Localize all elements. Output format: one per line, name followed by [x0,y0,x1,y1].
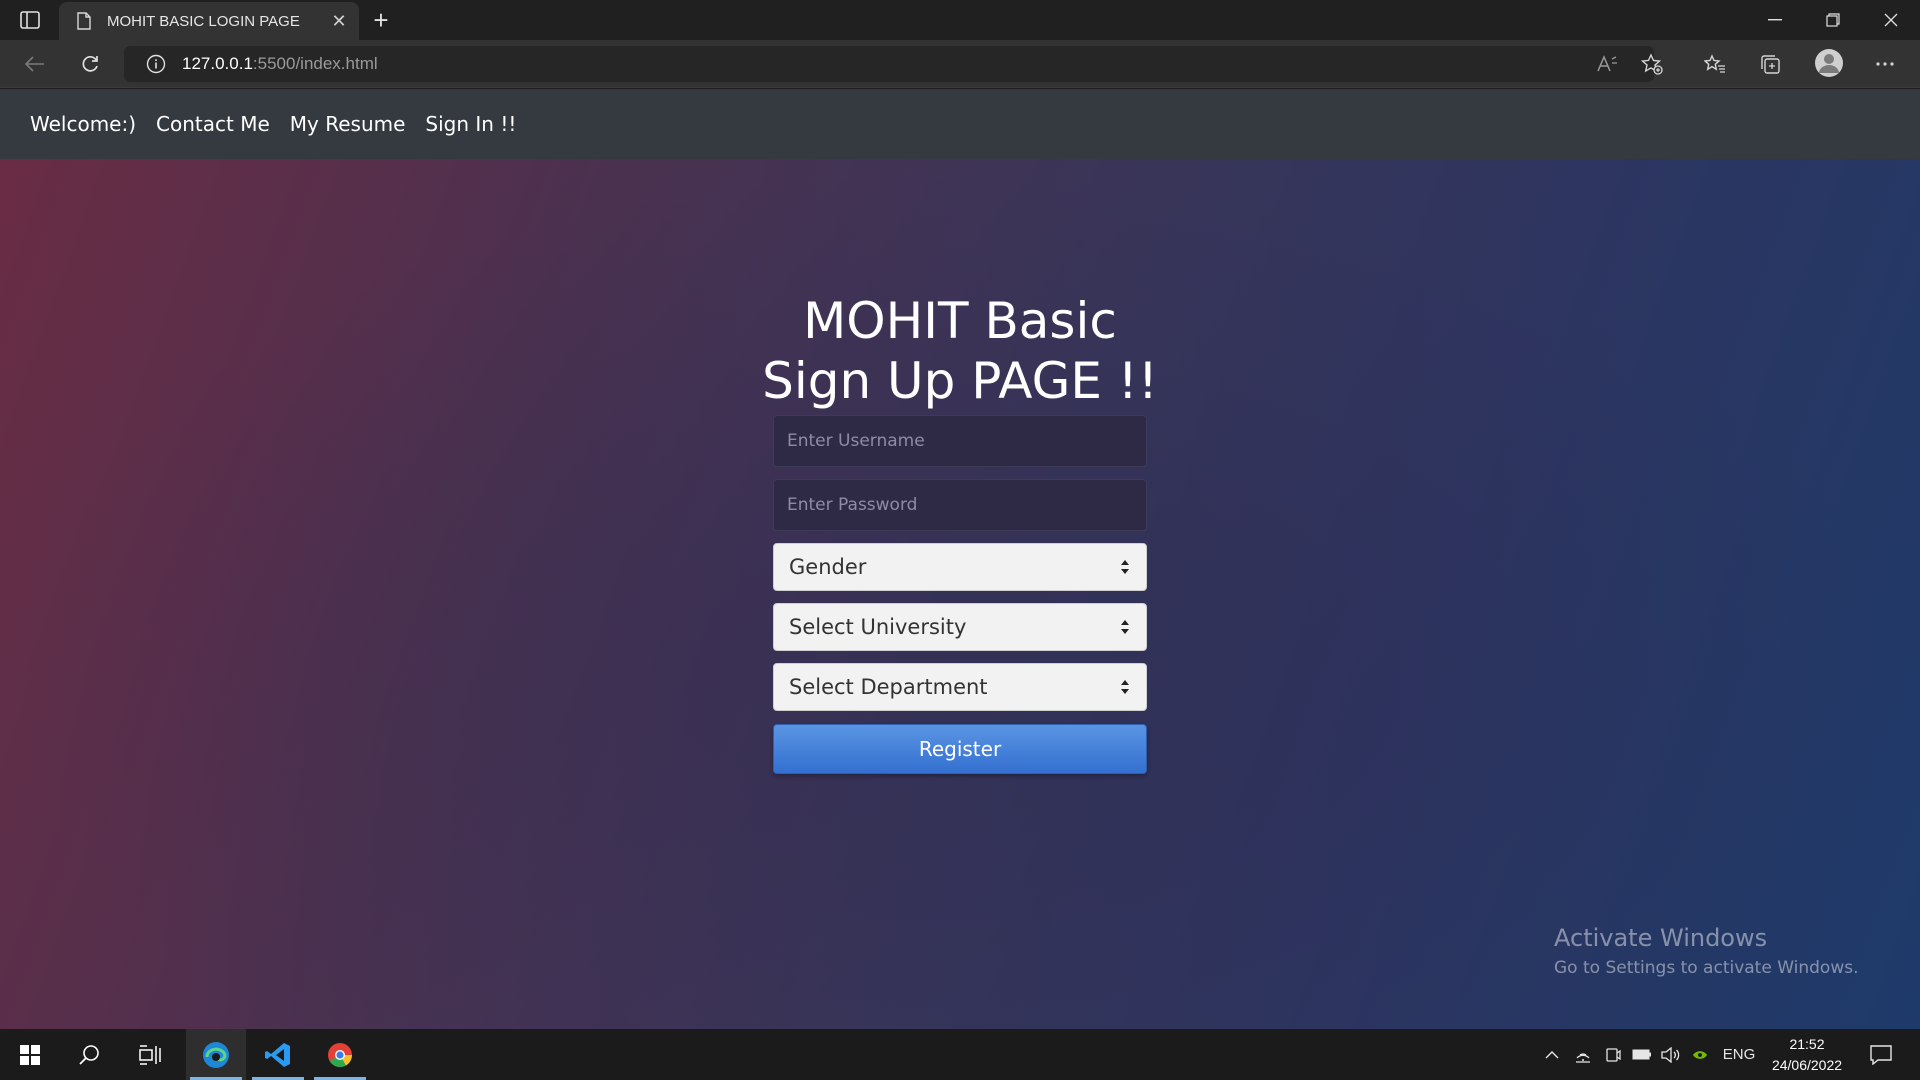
browser-tab[interactable]: MOHIT BASIC LOGIN PAGE ✕ [59,2,359,40]
department-select-value: Select Department [789,675,988,699]
back-icon[interactable] [18,48,52,80]
battery-icon[interactable] [1628,1029,1656,1080]
task-view-icon[interactable] [122,1029,178,1080]
select-arrows-icon [1121,680,1129,694]
url-path: :5500/index.html [252,54,378,73]
web-page: Welcome:) Contact Me My Resume Sign In !… [0,89,1920,1029]
notifications-icon[interactable] [1866,1029,1896,1080]
watermark-subtitle: Go to Settings to activate Windows. [1554,958,1859,978]
info-icon[interactable] [146,54,166,74]
university-select[interactable]: Select University [773,603,1147,651]
department-select[interactable]: Select Department [773,663,1147,711]
chrome-taskbar-icon[interactable] [310,1029,370,1080]
select-arrows-icon [1121,560,1129,574]
language-indicator[interactable]: ENG [1718,1029,1760,1080]
register-button[interactable]: Register [773,724,1147,774]
tab-actions-icon[interactable] [16,8,44,32]
clock[interactable]: 21:52 24/06/2022 [1764,1034,1850,1076]
favorites-icon[interactable] [1700,50,1730,78]
add-favorite-icon[interactable] [1637,50,1667,78]
gender-select[interactable]: Gender [773,543,1147,591]
address-bar[interactable]: 127.0.0.1:5500/index.html [124,46,1654,82]
volume-icon[interactable] [1658,1029,1684,1080]
clock-time: 21:52 [1789,1036,1825,1052]
nav-welcome[interactable]: Welcome:) [30,112,136,136]
title-line-1: MOHIT Basic [803,292,1117,350]
plus-icon[interactable]: + [367,5,395,35]
password-input[interactable] [773,479,1147,531]
more-icon[interactable] [1870,50,1900,78]
url-text: 127.0.0.1:5500/index.html [182,54,378,74]
nvidia-icon[interactable] [1688,1029,1712,1080]
minimize-icon[interactable] [1746,0,1804,40]
nav-my-resume[interactable]: My Resume [290,112,406,136]
clock-date: 24/06/2022 [1771,1057,1843,1073]
document-icon [75,12,93,30]
nav-sign-in[interactable]: Sign In !! [425,112,516,136]
select-arrows-icon [1121,620,1129,634]
url-host: 127.0.0.1 [182,54,253,73]
university-select-value: Select University [789,615,967,639]
meet-now-icon[interactable] [1600,1029,1626,1080]
page-title: MOHIT Basic Sign Up PAGE !! [660,291,1260,411]
nav-contact-me[interactable]: Contact Me [156,112,270,136]
edge-taskbar-icon[interactable] [186,1029,246,1080]
tab-title: MOHIT BASIC LOGIN PAGE [107,12,300,30]
username-input[interactable] [773,415,1147,467]
restore-icon[interactable] [1804,0,1862,40]
window-close-icon[interactable] [1862,0,1920,40]
hero-overlay [0,159,1920,1029]
vscode-taskbar-icon[interactable] [248,1029,308,1080]
read-aloud-icon[interactable] [1592,50,1622,78]
gender-select-value: Gender [789,555,867,579]
profile-icon[interactable] [1812,46,1846,80]
network-icon[interactable] [1570,1029,1596,1080]
close-icon[interactable]: ✕ [327,9,351,33]
search-icon[interactable] [62,1029,118,1080]
chevron-up-icon[interactable] [1538,1029,1566,1080]
site-navbar: Welcome:) Contact Me My Resume Sign In !… [0,89,1920,159]
watermark-title: Activate Windows [1554,924,1768,952]
title-line-2: Sign Up PAGE !! [762,352,1158,410]
activate-windows-watermark: Activate Windows Go to Settings to activ… [1554,924,1859,978]
browser-titlebar: MOHIT BASIC LOGIN PAGE ✕ + [0,0,1920,40]
windows-taskbar: ENG 21:52 24/06/2022 [0,1029,1920,1080]
windows-start-icon[interactable] [2,1029,58,1080]
signup-hero: MOHIT Basic Sign Up PAGE !! Gender Selec… [0,159,1920,1029]
collections-icon[interactable] [1755,50,1785,78]
browser-toolbar: 127.0.0.1:5500/index.html [0,40,1920,88]
refresh-icon[interactable] [73,48,107,80]
